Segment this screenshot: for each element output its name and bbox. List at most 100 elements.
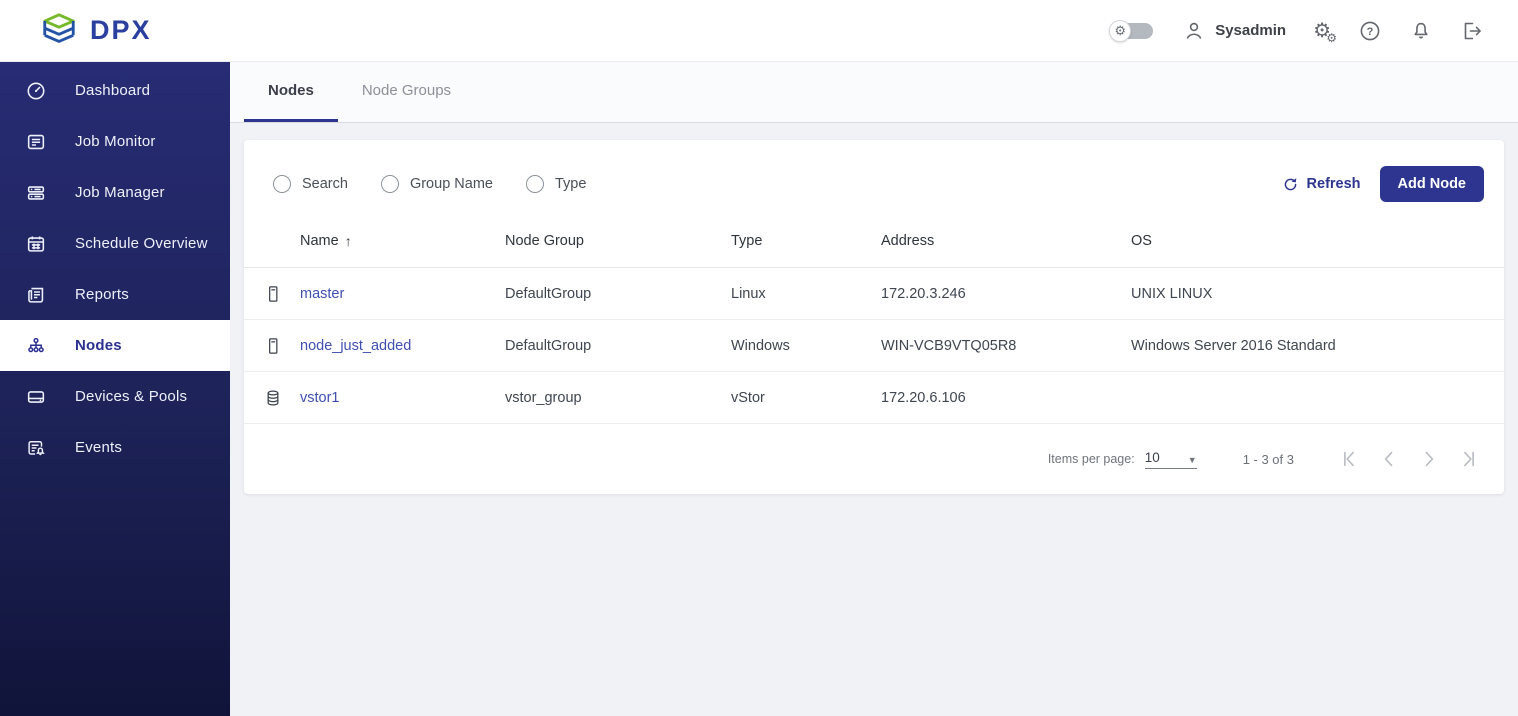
items-per-page-select[interactable]: 10 ▼ bbox=[1145, 450, 1197, 469]
node-type-cell: Linux bbox=[731, 286, 881, 302]
logo-text: DPX bbox=[90, 15, 152, 46]
node-name-link[interactable]: master bbox=[300, 286, 505, 302]
tab-node-groups[interactable]: Node Groups bbox=[338, 62, 475, 122]
node-name-link[interactable]: vstor1 bbox=[300, 390, 505, 406]
sidebar-item-devices-pools[interactable]: Devices & Pools bbox=[0, 371, 230, 422]
node-os-cell: Windows Server 2016 Standard bbox=[1131, 338, 1504, 354]
node-group-cell: DefaultGroup bbox=[505, 338, 731, 354]
sidebar-item-reports[interactable]: Reports bbox=[0, 269, 230, 320]
newspaper-icon bbox=[25, 284, 47, 306]
radio-label: Group Name bbox=[410, 176, 493, 192]
sidebar-item-schedule-overview[interactable]: Schedule Overview bbox=[0, 218, 230, 269]
radio-group-name[interactable]: Group Name bbox=[381, 175, 493, 193]
items-per-page-label: Items per page: bbox=[1048, 452, 1135, 466]
user-name: Sysadmin bbox=[1215, 22, 1286, 39]
node-address-cell: WIN-VCB9VTQ05R8 bbox=[881, 338, 1131, 354]
node-type-cell: Windows bbox=[731, 338, 881, 354]
calendar-icon bbox=[25, 233, 47, 255]
svg-text:?: ? bbox=[1367, 26, 1374, 38]
server-icon bbox=[263, 335, 300, 357]
next-page-button[interactable] bbox=[1416, 446, 1442, 472]
sidebar-item-label: Job Monitor bbox=[75, 133, 156, 150]
radio-label: Type bbox=[555, 176, 586, 192]
sidebar-item-label: Nodes bbox=[75, 337, 122, 354]
logo-layers-icon bbox=[38, 12, 80, 50]
node-group-cell: vstor_group bbox=[505, 390, 731, 406]
sidebar-item-label: Events bbox=[75, 439, 122, 456]
column-header-name[interactable]: Name ↑ bbox=[300, 233, 505, 249]
tab-bar: Nodes Node Groups bbox=[230, 62, 1518, 123]
previous-page-button[interactable] bbox=[1376, 446, 1402, 472]
sidebar-item-events[interactable]: Events bbox=[0, 422, 230, 473]
refresh-button[interactable]: Refresh bbox=[1282, 176, 1361, 193]
refresh-icon bbox=[1282, 176, 1299, 193]
radio-type[interactable]: Type bbox=[526, 175, 586, 193]
radio-label: Search bbox=[302, 176, 348, 192]
table-row[interactable]: vstor1 vstor_group vStor 172.20.6.106 bbox=[244, 372, 1504, 424]
sidebar-item-label: Job Manager bbox=[75, 184, 165, 201]
tab-label: Node Groups bbox=[362, 82, 451, 99]
tab-nodes[interactable]: Nodes bbox=[244, 62, 338, 122]
gauge-icon bbox=[25, 80, 47, 102]
user-menu[interactable]: Sysadmin bbox=[1182, 19, 1286, 43]
pagination-bar: Items per page: 10 ▼ 1 - 3 of 3 bbox=[244, 424, 1504, 494]
list-bell-icon bbox=[25, 437, 47, 459]
table-row[interactable]: master DefaultGroup Linux 172.20.3.246 U… bbox=[244, 268, 1504, 320]
sidebar-item-label: Dashboard bbox=[75, 82, 150, 99]
radio-circle-icon bbox=[381, 175, 399, 193]
sidebar-item-nodes[interactable]: Nodes bbox=[0, 320, 230, 371]
column-header-type[interactable]: Type bbox=[731, 233, 881, 249]
radio-search[interactable]: Search bbox=[273, 175, 348, 193]
nodes-panel: Search Group Name Type Refresh Add Node bbox=[244, 140, 1504, 494]
topbar-actions: ⚙ Sysadmin ⚙⚙ ? bbox=[1109, 19, 1484, 43]
node-address-cell: 172.20.3.246 bbox=[881, 286, 1131, 302]
main-content: Nodes Node Groups Search Group Name Type bbox=[230, 62, 1518, 716]
sidebar-item-job-manager[interactable]: Job Manager bbox=[0, 167, 230, 218]
last-page-button[interactable] bbox=[1456, 446, 1482, 472]
column-header-address[interactable]: Address bbox=[881, 233, 1131, 249]
sort-ascending-icon[interactable]: ↑ bbox=[345, 233, 352, 249]
user-icon bbox=[1182, 19, 1206, 43]
filter-row: Search Group Name Type Refresh Add Node bbox=[244, 166, 1504, 202]
radio-circle-icon bbox=[273, 175, 291, 193]
toggle-gear-icon: ⚙ bbox=[1109, 20, 1131, 42]
radio-circle-icon bbox=[526, 175, 544, 193]
table-row[interactable]: node_just_added DefaultGroup Windows WIN… bbox=[244, 320, 1504, 372]
nodes-table: Name ↑ Node Group Type Address OS bbox=[244, 215, 1504, 424]
pagination-nav bbox=[1336, 446, 1482, 472]
node-name-link[interactable]: node_just_added bbox=[300, 338, 505, 354]
theme-toggle[interactable]: ⚙ bbox=[1109, 19, 1155, 43]
help-icon[interactable]: ? bbox=[1358, 19, 1382, 43]
pagination-range: 1 - 3 of 3 bbox=[1243, 452, 1294, 467]
column-header-os[interactable]: OS bbox=[1131, 233, 1504, 249]
sidebar-item-label: Schedule Overview bbox=[75, 235, 208, 252]
drive-icon bbox=[25, 386, 47, 408]
node-os-cell: UNIX LINUX bbox=[1131, 286, 1504, 302]
column-header-node-group[interactable]: Node Group bbox=[505, 233, 731, 249]
node-group-cell: DefaultGroup bbox=[505, 286, 731, 302]
app-logo[interactable]: DPX bbox=[38, 12, 152, 50]
sidebar-item-job-monitor[interactable]: Job Monitor bbox=[0, 116, 230, 167]
table-header-row: Name ↑ Node Group Type Address OS bbox=[244, 215, 1504, 268]
settings-icon[interactable]: ⚙⚙ bbox=[1313, 21, 1331, 41]
settings-small-gear-icon: ⚙ bbox=[1326, 32, 1337, 44]
server-icon bbox=[263, 283, 300, 305]
node-type-cell: vStor bbox=[731, 390, 881, 406]
database-icon bbox=[263, 387, 300, 409]
notifications-icon[interactable] bbox=[1409, 19, 1433, 43]
sidebar-item-dashboard[interactable]: Dashboard bbox=[0, 65, 230, 116]
logout-icon[interactable] bbox=[1460, 19, 1484, 43]
tab-label: Nodes bbox=[268, 82, 314, 99]
sidebar: Dashboard Job Monitor Job Manager bbox=[0, 62, 230, 716]
sidebar-item-label: Devices & Pools bbox=[75, 388, 187, 405]
refresh-label: Refresh bbox=[1307, 176, 1361, 192]
first-page-button[interactable] bbox=[1336, 446, 1362, 472]
list-panel-icon bbox=[25, 131, 47, 153]
sidebar-item-label: Reports bbox=[75, 286, 129, 303]
add-node-button[interactable]: Add Node bbox=[1380, 166, 1484, 202]
top-bar: DPX ⚙ Sysadmin ⚙⚙ ? bbox=[0, 0, 1518, 62]
items-per-page-value: 10 bbox=[1145, 450, 1160, 465]
stacked-bars-icon bbox=[25, 182, 47, 204]
chevron-down-icon: ▼ bbox=[1188, 455, 1197, 465]
node-address-cell: 172.20.6.106 bbox=[881, 390, 1131, 406]
